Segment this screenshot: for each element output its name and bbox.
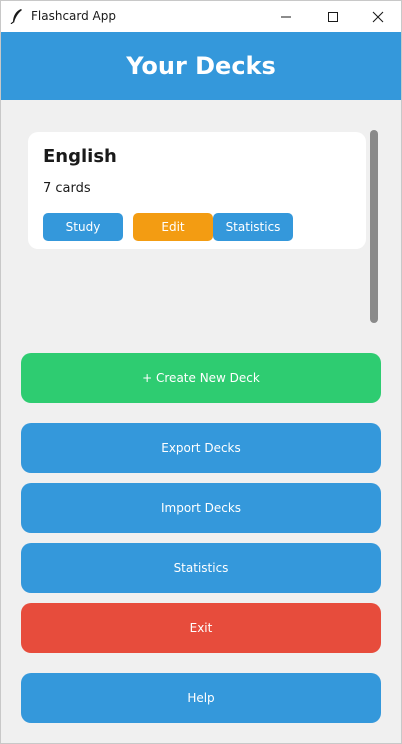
window-title: Flashcard App xyxy=(31,9,116,23)
page-title: Your Decks xyxy=(126,52,276,80)
maximize-button[interactable] xyxy=(310,1,356,32)
exit-button[interactable]: Exit xyxy=(21,603,381,653)
deck-list: English 7 cards Study Edit Statistics xyxy=(21,121,381,326)
edit-button[interactable]: Edit xyxy=(133,213,213,241)
maximize-icon xyxy=(328,11,338,22)
app-window: Flashcard App Your Decks English 7 cards… xyxy=(0,0,402,744)
deck-list-scrollbar[interactable] xyxy=(370,130,378,323)
deck-card: English 7 cards Study Edit Statistics xyxy=(28,132,366,249)
deck-card-count: 7 cards xyxy=(43,181,91,196)
deck-statistics-button[interactable]: Statistics xyxy=(213,213,293,241)
statistics-button[interactable]: Statistics xyxy=(21,543,381,593)
help-button[interactable]: Help xyxy=(21,673,381,723)
create-deck-button[interactable]: + Create New Deck xyxy=(21,353,381,403)
study-button[interactable]: Study xyxy=(43,213,123,241)
deck-name: English xyxy=(43,146,117,167)
feather-icon xyxy=(10,8,24,25)
close-button[interactable] xyxy=(355,1,401,32)
export-decks-button[interactable]: Export Decks xyxy=(21,423,381,473)
minimize-icon xyxy=(281,16,291,17)
minimize-button[interactable] xyxy=(263,1,309,32)
page-header: Your Decks xyxy=(1,32,401,100)
title-bar[interactable]: Flashcard App xyxy=(1,1,401,32)
close-icon xyxy=(372,11,384,22)
import-decks-button[interactable]: Import Decks xyxy=(21,483,381,533)
